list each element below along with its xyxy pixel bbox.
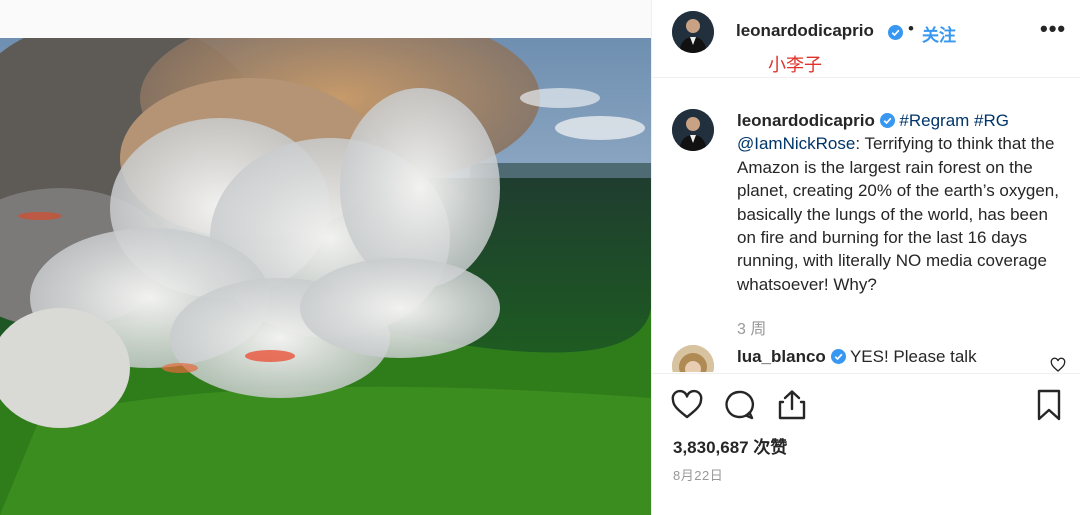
caption-time-ago[interactable]: 3 周: [737, 315, 766, 339]
mention-iamnickrose[interactable]: @IamNickRose: [737, 134, 855, 153]
verified-badge-icon: [888, 25, 903, 43]
post-header: leonardodicaprio • 关注 ••• 小李子: [652, 0, 1080, 78]
header-username[interactable]: leonardodicaprio: [736, 21, 874, 41]
share-icon[interactable]: [775, 388, 809, 422]
likes-count[interactable]: 3,830,687 次赞: [673, 433, 787, 458]
comment-like-icon[interactable]: [1050, 357, 1066, 372]
post-panel: leonardodicaprio • 关注 ••• 小李子 leonardodi…: [651, 0, 1080, 515]
hashtag-regram[interactable]: #Regram: [899, 111, 969, 130]
post-caption: leonardodicaprio #Regram #RG @IamNickRos…: [737, 109, 1067, 296]
caption-username[interactable]: leonardodicaprio: [737, 111, 875, 130]
follow-button[interactable]: 关注: [922, 21, 956, 46]
post-image[interactable]: [0, 38, 651, 515]
bookmark-icon[interactable]: [1032, 388, 1066, 422]
post-actions: 3,830,687 次赞 8月22日: [652, 373, 1080, 515]
watermark-label: 小李子: [768, 55, 822, 76]
post-date[interactable]: 8月22日: [673, 465, 723, 484]
comment-row: lua_blanco YES! Please talk: [737, 347, 977, 367]
caption-text: : Terrifying to think that the Amazon is…: [737, 134, 1059, 294]
more-options-icon[interactable]: •••: [1040, 16, 1066, 42]
profile-avatar[interactable]: [672, 11, 714, 53]
header-separator: •: [908, 19, 914, 38]
photo-pane: [0, 0, 651, 515]
verified-badge-icon: [830, 347, 846, 366]
comments-area[interactable]: leonardodicaprio #Regram #RG @IamNickRos…: [652, 79, 1080, 372]
comment-text: YES! Please talk: [849, 347, 977, 366]
heart-icon[interactable]: [670, 388, 704, 422]
comment-username[interactable]: lua_blanco: [737, 347, 826, 366]
comment-bubble-icon[interactable]: [722, 388, 756, 422]
verified-badge-icon: [879, 111, 895, 130]
commenter-avatar[interactable]: [672, 345, 714, 372]
caption-avatar[interactable]: [672, 109, 714, 151]
hashtag-rg[interactable]: #RG: [974, 111, 1009, 130]
